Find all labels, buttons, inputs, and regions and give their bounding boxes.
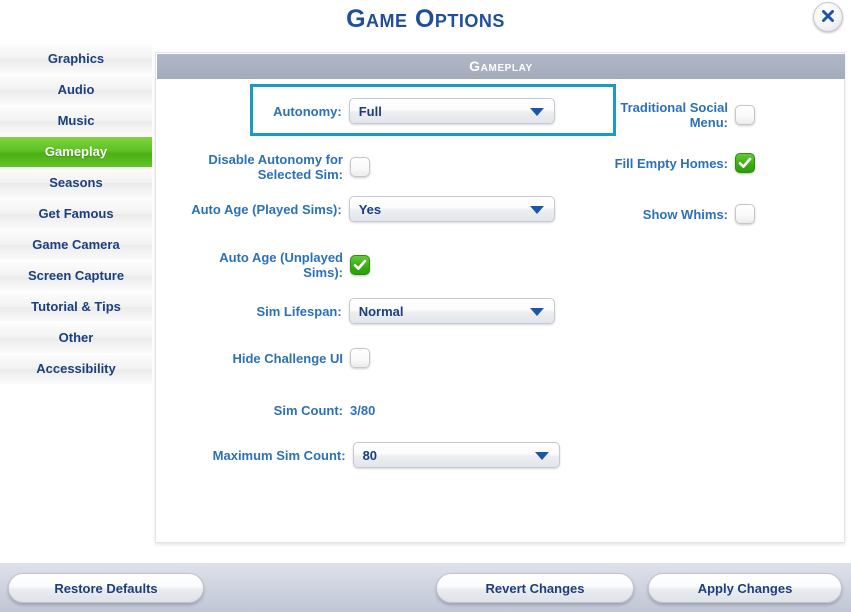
- sidebar-item-seasons[interactable]: Seasons: [0, 168, 152, 199]
- checkmark-icon: [353, 259, 367, 270]
- title-bar: Game Options: [0, 0, 851, 44]
- sidebar-item-graphics[interactable]: Graphics: [0, 44, 152, 75]
- show-whims-label: Show Whims:: [642, 206, 728, 222]
- option-row-disable-autonomy: Disable Autonomy for Selected Sim:: [185, 152, 375, 182]
- hide-challenge-ui-label: Hide Challenge UI: [232, 350, 343, 366]
- option-row-traditional-social-menu: Traditional Social Menu:: [600, 100, 760, 130]
- chevron-down-icon: [530, 206, 544, 214]
- auto-age-unplayed-label: Auto Age (Unplayed Sims):: [219, 250, 343, 280]
- auto-age-played-label: Auto Age (Played Sims):: [191, 201, 342, 217]
- restore-defaults-button[interactable]: Restore Defaults: [8, 573, 204, 603]
- sidebar-item-other[interactable]: Other: [0, 323, 152, 354]
- checkmark-icon: [738, 157, 752, 168]
- option-row-sim-count: Sim Count: 3/80: [185, 403, 445, 418]
- maximum-sim-count-label: Maximum Sim Count:: [212, 447, 346, 463]
- autonomy-dropdown[interactable]: Full: [348, 98, 555, 124]
- autonomy-dropdown-value: Full: [358, 104, 382, 119]
- hide-challenge-ui-checkbox[interactable]: [350, 348, 370, 368]
- option-row-auto-age-unplayed: Auto Age (Unplayed Sims):: [185, 250, 375, 280]
- auto-age-unplayed-checkbox[interactable]: [350, 255, 370, 275]
- panel-header-title: Gameplay: [157, 54, 845, 79]
- sidebar-item-get-famous[interactable]: Get Famous: [0, 199, 152, 230]
- autonomy-label: Autonomy:: [273, 103, 342, 119]
- sidebar: Graphics Audio Music Gameplay Seasons Ge…: [0, 44, 152, 562]
- option-row-autonomy: Autonomy: Full: [185, 98, 555, 124]
- close-icon: [822, 10, 834, 22]
- auto-age-played-dropdown[interactable]: Yes: [348, 196, 555, 222]
- fill-empty-homes-checkbox[interactable]: [735, 153, 755, 173]
- sim-lifespan-dropdown[interactable]: Normal: [348, 298, 555, 324]
- sidebar-item-game-camera[interactable]: Game Camera: [0, 230, 152, 261]
- auto-age-played-value: Yes: [358, 202, 382, 217]
- option-row-fill-empty-homes: Fill Empty Homes:: [600, 153, 760, 173]
- disable-autonomy-label: Disable Autonomy for Selected Sim:: [208, 152, 343, 182]
- close-button[interactable]: [813, 2, 843, 32]
- option-row-auto-age-played: Auto Age (Played Sims): Yes: [185, 196, 555, 222]
- show-whims-checkbox[interactable]: [735, 204, 755, 224]
- chevron-down-icon: [530, 108, 544, 116]
- disable-autonomy-checkbox[interactable]: [350, 157, 370, 177]
- fill-empty-homes-label: Fill Empty Homes:: [614, 155, 728, 171]
- traditional-social-menu-checkbox[interactable]: [735, 105, 755, 125]
- chevron-down-icon: [535, 452, 549, 460]
- option-row-hide-challenge-ui: Hide Challenge UI: [185, 348, 375, 368]
- page-title: Game Options: [346, 5, 505, 33]
- option-row-maximum-sim-count: Maximum Sim Count: 80: [185, 442, 560, 468]
- sim-count-value: 3/80: [350, 403, 376, 418]
- sim-lifespan-value: Normal: [358, 304, 404, 319]
- chevron-down-icon: [530, 308, 544, 316]
- sidebar-item-audio[interactable]: Audio: [0, 75, 152, 106]
- option-row-sim-lifespan: Sim Lifespan: Normal: [185, 298, 555, 324]
- sidebar-item-music[interactable]: Music: [0, 106, 152, 137]
- traditional-social-menu-label: Traditional Social Menu:: [620, 100, 728, 130]
- revert-changes-button[interactable]: Revert Changes: [436, 573, 634, 603]
- sidebar-item-screen-capture[interactable]: Screen Capture: [0, 261, 152, 292]
- sidebar-item-accessibility[interactable]: Accessibility: [0, 354, 152, 385]
- sidebar-item-gameplay[interactable]: Gameplay: [0, 137, 152, 168]
- option-row-show-whims: Show Whims:: [600, 204, 760, 224]
- sidebar-item-tutorial-tips[interactable]: Tutorial & Tips: [0, 292, 152, 323]
- sim-count-label: Sim Count:: [273, 403, 343, 418]
- apply-changes-button[interactable]: Apply Changes: [648, 573, 842, 603]
- maximum-sim-count-dropdown[interactable]: 80: [352, 442, 560, 468]
- sim-lifespan-label: Sim Lifespan:: [256, 303, 342, 319]
- maximum-sim-count-value: 80: [362, 448, 378, 463]
